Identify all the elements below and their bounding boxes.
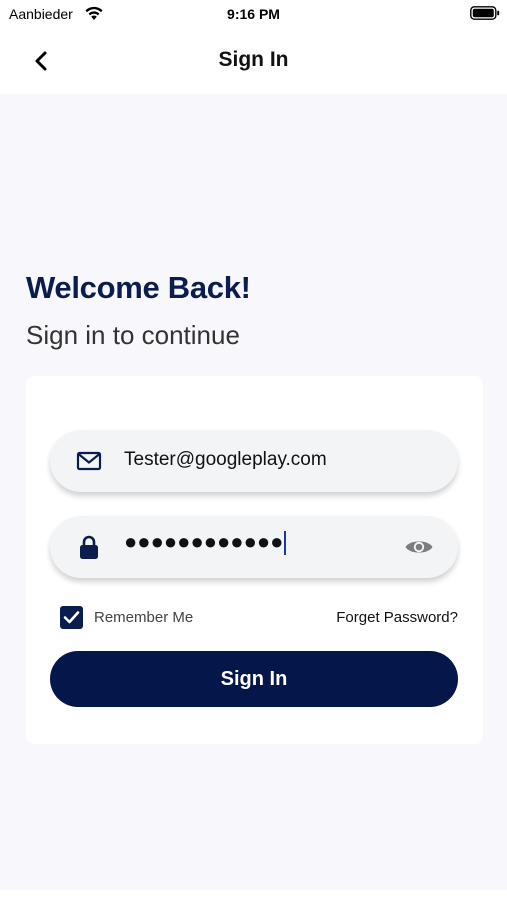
sign-in-button[interactable]: Sign In <box>50 651 458 707</box>
navigation-bar: Sign In <box>0 38 507 82</box>
clock: 9:16 PM <box>227 6 280 22</box>
bottom-strip <box>0 890 507 900</box>
battery-icon <box>470 6 500 20</box>
email-field[interactable]: Tester@googleplay.com <box>50 430 458 492</box>
remember-row: Remember Me Forget Password? <box>60 605 460 629</box>
checkmark-icon <box>63 611 80 624</box>
remember-me-checkbox[interactable] <box>60 606 83 629</box>
mail-icon <box>76 451 102 471</box>
nav-title: Sign In <box>218 48 289 71</box>
forgot-password-link[interactable]: Forget Password? <box>336 609 458 626</box>
password-field[interactable]: ●●●●●●●●●●●● <box>50 516 458 578</box>
password-mask: ●●●●●●●●●●●● <box>124 529 284 554</box>
top-bar: Aanbieder 9:16 PM Sign In <box>0 0 507 94</box>
email-input-value[interactable]: Tester@googleplay.com <box>124 449 327 471</box>
remember-me-label[interactable]: Remember Me <box>94 609 193 626</box>
eye-icon[interactable] <box>404 536 434 558</box>
status-bar: Aanbieder 9:16 PM <box>0 0 507 28</box>
password-input-value[interactable]: ●●●●●●●●●●●● <box>124 529 287 556</box>
welcome-subtitle: Sign in to continue <box>26 320 240 350</box>
text-caret <box>284 531 287 556</box>
welcome-title: Welcome Back! <box>26 270 251 305</box>
lock-icon <box>80 535 98 559</box>
